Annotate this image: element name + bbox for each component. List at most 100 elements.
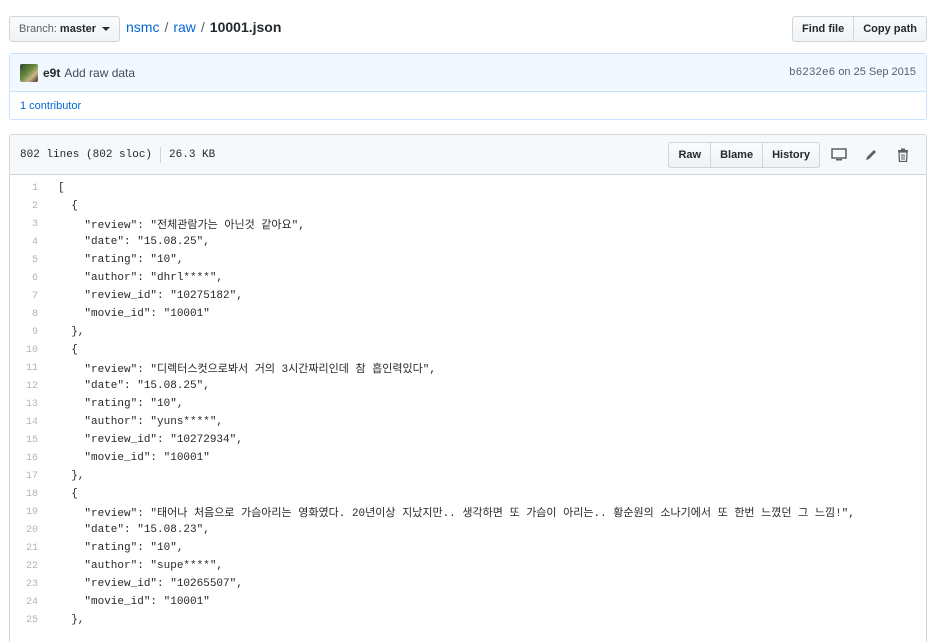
file-actions: Raw Blame History [668, 141, 916, 168]
file-viewer: 802 lines (802 sloc) 26.3 KB Raw Blame H… [9, 134, 927, 642]
line-number[interactable]: 22 [10, 561, 48, 572]
file-navigation: Branch: master nsmc / raw / 10001.json F… [9, 16, 927, 42]
line-number[interactable]: 15 [10, 435, 48, 446]
line-content: "review_id": "10265507", [58, 578, 243, 590]
line-content: "author": "supe****", [58, 560, 224, 572]
commit-sha-link[interactable]: b6232e6 [789, 67, 835, 79]
commit-message-link[interactable]: Add raw data [64, 66, 135, 80]
line-content: "rating": "10", [58, 398, 184, 410]
line-content: "review_id": "10275182", [58, 290, 243, 302]
line-content: }, [58, 470, 85, 482]
blame-button[interactable]: Blame [710, 141, 764, 168]
contributors-link[interactable]: 1 contributor [20, 100, 81, 112]
line-content: [ [58, 182, 65, 194]
code-line: 22 "author": "supe****", [10, 557, 926, 575]
line-content: "rating": "10", [58, 254, 184, 266]
line-number[interactable]: 11 [10, 363, 48, 374]
code-line: 4 "date": "15.08.25", [10, 233, 926, 251]
line-content: "review": "전체관람가는 아닌것 같아요", [58, 220, 305, 232]
line-content: { [58, 344, 78, 356]
breadcrumb-file-name: 10001.json [209, 19, 282, 35]
avatar[interactable] [20, 63, 38, 82]
line-number[interactable]: 17 [10, 471, 48, 482]
code-line: 9 }, [10, 323, 926, 341]
file-size: 26.3 KB [169, 148, 216, 161]
desktop-icon[interactable] [826, 144, 852, 166]
code-line: 24 "movie_id": "10001" [10, 593, 926, 611]
file-info: 802 lines (802 sloc) 26.3 KB [20, 146, 216, 163]
line-number[interactable]: 24 [10, 597, 48, 608]
breadcrumb: nsmc / raw / 10001.json [126, 19, 281, 35]
line-content: "movie_id": "10001" [58, 596, 210, 608]
line-content: "review": "디렉터스컷으로봐서 거의 3시간짜리인데 참 흡인력있다"… [58, 364, 436, 376]
line-content: "date": "15.08.25", [58, 236, 210, 248]
code-line: 25 }, [10, 611, 926, 629]
pencil-icon[interactable] [858, 144, 884, 166]
code-line: 11 "review": "디렉터스컷으로봐서 거의 3시간짜리인데 참 흡인력… [10, 359, 926, 377]
line-count: 802 lines (802 sloc) [20, 148, 153, 161]
line-content: "date": "15.08.25", [58, 380, 210, 392]
code-line: 20 "date": "15.08.23", [10, 521, 926, 539]
code-line: 12 "date": "15.08.25", [10, 377, 926, 395]
trash-icon[interactable] [890, 144, 916, 166]
code-line: 17 }, [10, 467, 926, 485]
line-content: "movie_id": "10001" [58, 452, 210, 464]
line-content: "review": "태어나 처음으로 가슴아리는 영화였다. 20년이상 지났… [58, 508, 855, 520]
line-number[interactable]: 5 [10, 255, 48, 266]
line-number[interactable]: 1 [10, 183, 48, 194]
code-line: 15 "review_id": "10272934", [10, 431, 926, 449]
line-number[interactable]: 21 [10, 543, 48, 554]
line-number[interactable]: 4 [10, 237, 48, 248]
code-line: 23 "review_id": "10265507", [10, 575, 926, 593]
file-info-divider [160, 146, 162, 163]
commit-meta: b6232e6 on 25 Sep 2015 [789, 66, 916, 79]
latest-commit: e9t Add raw data b6232e6 on 25 Sep 2015 [10, 54, 926, 92]
code-line: 7 "review_id": "10275182", [10, 287, 926, 305]
line-content: { [58, 488, 78, 500]
line-number[interactable]: 6 [10, 273, 48, 284]
line-number[interactable]: 2 [10, 201, 48, 212]
line-number[interactable]: 18 [10, 489, 48, 500]
line-content: { [58, 200, 78, 212]
line-number[interactable]: 8 [10, 309, 48, 320]
history-button[interactable]: History [762, 141, 820, 168]
line-number[interactable]: 13 [10, 399, 48, 410]
breadcrumb-separator: / [164, 19, 169, 35]
line-number[interactable]: 12 [10, 381, 48, 392]
code-line: 13 "rating": "10", [10, 395, 926, 413]
file-view-buttons: Raw Blame History [668, 141, 820, 168]
code-body: 1[2 {3 "review": "전체관람가는 아닌것 같아요", 4 "dat… [10, 175, 926, 629]
line-number[interactable]: 9 [10, 327, 48, 338]
line-number[interactable]: 10 [10, 345, 48, 356]
line-content: }, [58, 326, 85, 338]
line-number[interactable]: 20 [10, 525, 48, 536]
file-header: 802 lines (802 sloc) 26.3 KB Raw Blame H… [10, 135, 926, 175]
contributors-row: 1 contributor [10, 92, 926, 119]
code-line: 3 "review": "전체관람가는 아닌것 같아요", [10, 215, 926, 233]
path-actions: Find file Copy path [792, 16, 927, 42]
breadcrumb-dir-link[interactable]: raw [173, 19, 196, 35]
find-file-button[interactable]: Find file [792, 16, 855, 42]
raw-button[interactable]: Raw [668, 141, 712, 168]
line-number[interactable]: 16 [10, 453, 48, 464]
code-line: 19 "review": "태어나 처음으로 가슴아리는 영화였다. 20년이상… [10, 503, 926, 521]
breadcrumb-repo-link[interactable]: nsmc [126, 19, 159, 35]
line-number[interactable]: 19 [10, 507, 48, 518]
line-number[interactable]: 3 [10, 219, 48, 230]
line-number[interactable]: 14 [10, 417, 48, 428]
line-content: "review_id": "10272934", [58, 434, 243, 446]
line-number[interactable]: 7 [10, 291, 48, 302]
line-content: }, [58, 614, 85, 626]
code-line: 18 { [10, 485, 926, 503]
line-number[interactable]: 23 [10, 579, 48, 590]
line-content: "author": "dhrl****", [58, 272, 224, 284]
code-line: 10 { [10, 341, 926, 359]
code-line: 21 "rating": "10", [10, 539, 926, 557]
code-line: 2 { [10, 197, 926, 215]
line-number[interactable]: 25 [10, 615, 48, 626]
commit-author-link[interactable]: e9t [43, 66, 60, 80]
commit-tease: e9t Add raw data b6232e6 on 25 Sep 2015 … [9, 53, 927, 120]
copy-path-button[interactable]: Copy path [853, 16, 927, 42]
branch-select-button[interactable]: Branch: master [9, 16, 120, 42]
line-content: "author": "yuns****", [58, 416, 224, 428]
